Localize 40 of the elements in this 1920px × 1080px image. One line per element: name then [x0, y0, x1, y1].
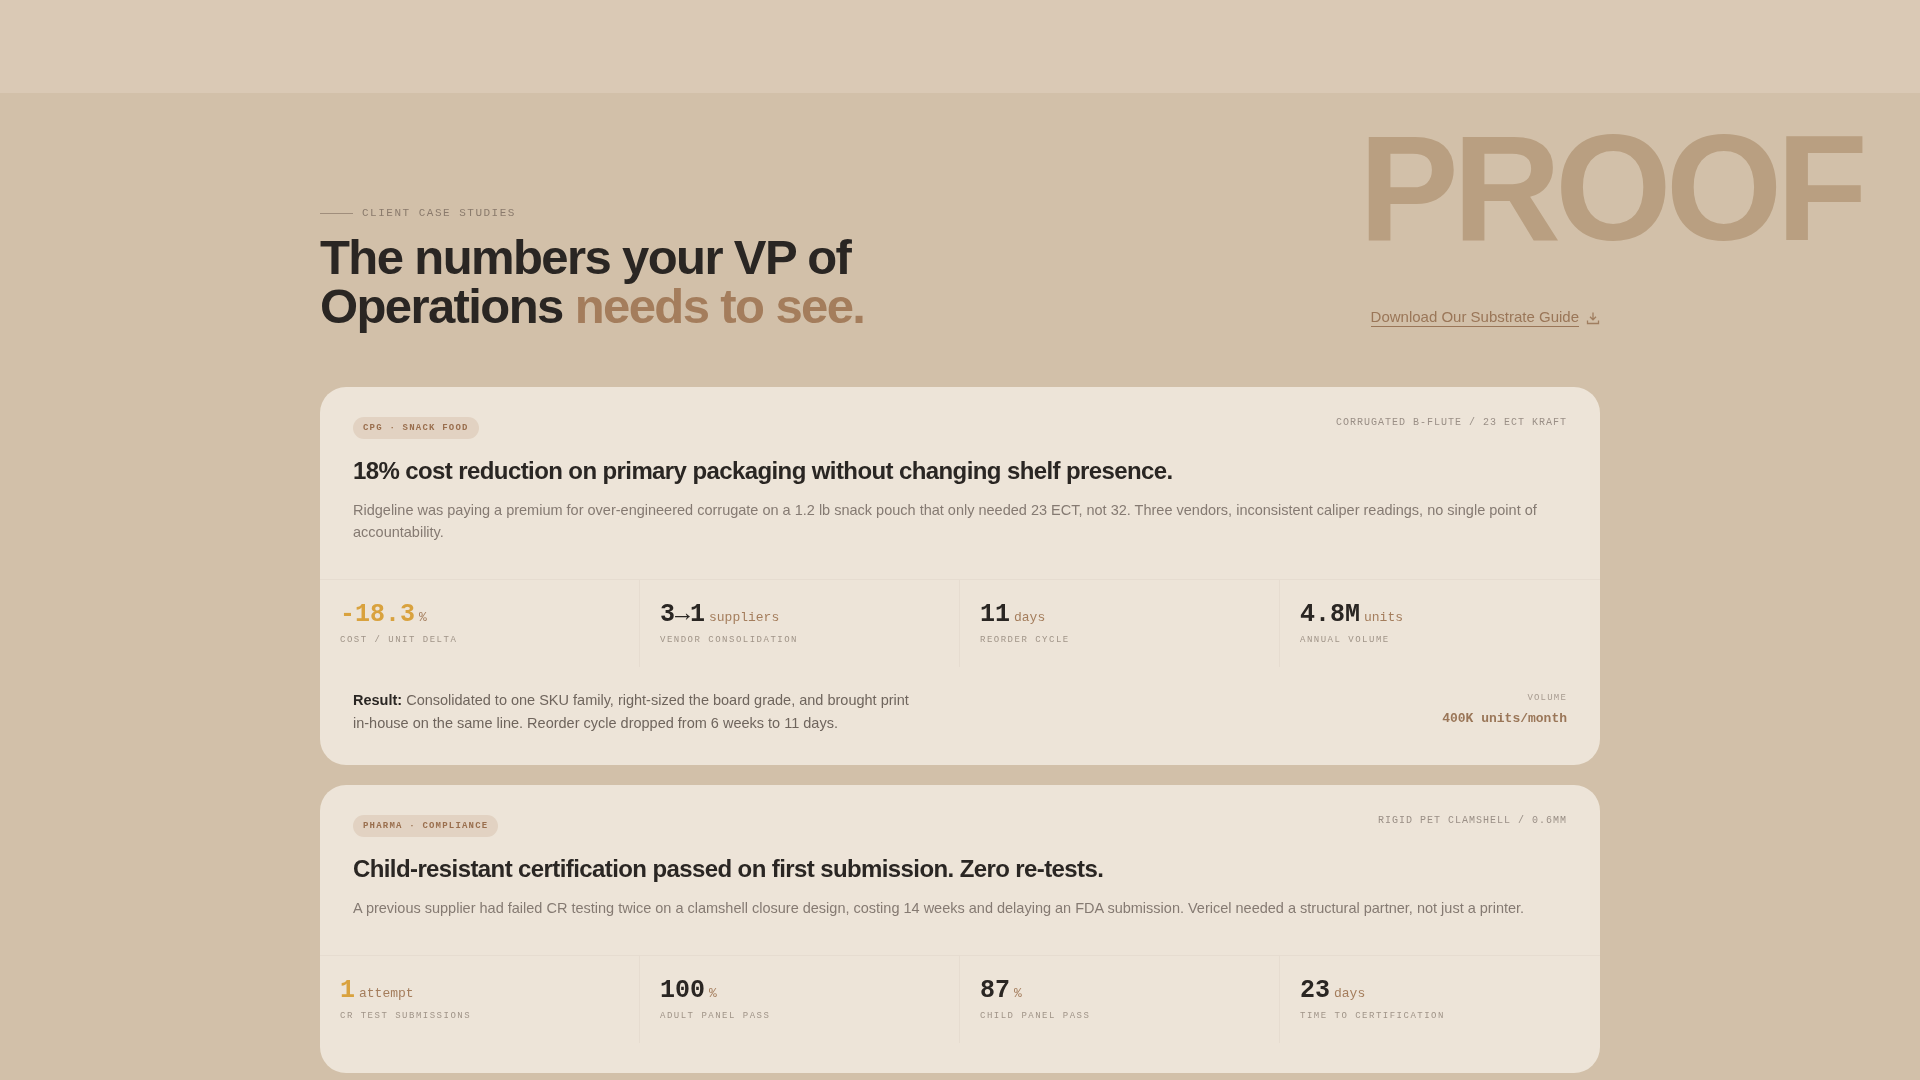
- download-link[interactable]: Download Our Substrate Guide: [1370, 308, 1579, 327]
- stat-value: 23: [1300, 976, 1330, 1005]
- stat-unit: %: [419, 610, 427, 625]
- stat-unit: %: [709, 986, 717, 1001]
- result-text: Result: Consolidated to one SKU family, right-sized the board grade, and brought print in-house on the same line. Reorder cycle dropped from 6 weeks to 11 days.: [353, 691, 910, 733]
- stat-label: COST / UNIT DELTA: [340, 635, 459, 645]
- stat-label: VENDOR CONSOLIDATION: [660, 635, 800, 645]
- stat-unit: days: [1334, 986, 1366, 1001]
- stat-label: CR TEST SUBMISSIONS: [340, 1011, 473, 1021]
- stat-label: CHILD PANEL PASS: [980, 1011, 1092, 1021]
- stat-unit: attempt: [359, 986, 414, 1001]
- stat-unit: units: [1364, 610, 1404, 625]
- case-description: A previous supplier had failed CR testing twice on a clamshell closure design, costing 14 weeks and delaying an FDA submission. Vericel needed a structural partner, not just a printer.: [353, 899, 1526, 918]
- case-description: Ridgeline was paying a premium for over-engineered corrugate on a 1.2 lb snack pouch that only needed 23 ECT, not 32. Three vendors, inconsistent caliper readings, no single point of accountability.: [353, 501, 1538, 542]
- stat-label: REORDER CYCLE: [980, 635, 1071, 645]
- stat-label: ADULT PANEL PASS: [660, 1011, 772, 1021]
- stat-unit: suppliers: [709, 610, 780, 625]
- stat-value: 87: [980, 976, 1010, 1005]
- eyebrow-rule: [320, 212, 353, 214]
- volume-value: 400K units/month: [1442, 711, 1567, 726]
- stat-label: ANNUAL VOLUME: [1300, 635, 1391, 645]
- stat-unit: %: [1014, 986, 1022, 1001]
- stat-value: 3→1: [660, 600, 705, 629]
- stat-label: TIME TO CERTIFICATION: [1300, 1011, 1446, 1021]
- category-tag: PHARMA · COMPLIANCE: [353, 815, 499, 837]
- case-title: Child-resistant certification passed on first submission. Zero re-tests.: [353, 855, 1105, 883]
- stat-value: -18.3: [340, 600, 415, 629]
- case-title: 18% cost reduction on primary packaging without changing shelf presence.: [353, 457, 1174, 485]
- stat-value: 11: [980, 600, 1010, 629]
- eyebrow-label: CLIENT CASE STUDIES: [362, 207, 516, 219]
- category-tag: CPG · SNACK FOOD: [353, 417, 479, 439]
- download-icon[interactable]: [1586, 310, 1600, 325]
- headline: The numbers your VP of Operations needs to see.: [320, 233, 866, 331]
- stat-value: 1: [340, 976, 355, 1005]
- volume-label: VOLUME: [1526, 693, 1567, 703]
- material-spec: RIGID PET CLAMSHELL / 0.6MM: [1377, 815, 1567, 826]
- stat-unit: days: [1014, 610, 1046, 625]
- stat-value: 100: [660, 976, 705, 1005]
- material-spec: CORRUGATED B-FLUTE / 23 ECT KRAFT: [1335, 417, 1567, 428]
- stat-value: 4.8M: [1300, 600, 1360, 629]
